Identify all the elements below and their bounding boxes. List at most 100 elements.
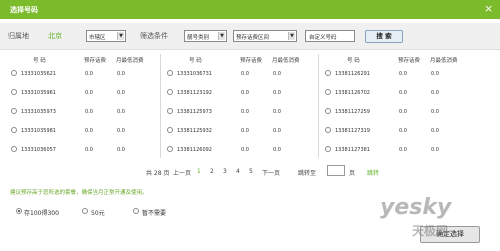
cell-number: 13331035973: [21, 109, 56, 115]
close-icon[interactable]: ×: [484, 2, 493, 15]
cell-number: 13331035981: [21, 128, 56, 134]
cell-prepay: 0.0: [399, 109, 407, 115]
dialog-title: 选择号码: [10, 6, 38, 14]
cell-prepay: 0.0: [399, 147, 407, 153]
cell-monthly: 0.0: [431, 71, 439, 77]
cell-prepay: 0.0: [241, 71, 249, 77]
number-grid: 号 码 预存话费 月最低消费 13331035621 0.0 0.0 13331035961…: [0, 48, 500, 160]
cell-monthly: 0.0: [273, 109, 281, 115]
cell-number: 13381127381: [335, 147, 370, 153]
page-link-5[interactable]: 5: [249, 168, 253, 175]
region-value: 北京: [48, 32, 62, 40]
number-radio[interactable]: [11, 108, 17, 114]
option-radio-2[interactable]: [133, 208, 139, 214]
number-radio[interactable]: [167, 89, 173, 95]
page-number-input[interactable]: [327, 165, 345, 176]
option-radio-0[interactable]: [16, 208, 22, 214]
header-monthly: 月最低消费: [430, 58, 458, 64]
number-radio[interactable]: [11, 89, 17, 95]
district-select-value: 市辖区: [89, 35, 106, 41]
cell-prepay: 0.0: [241, 90, 249, 96]
number-radio[interactable]: [11, 70, 17, 76]
cell-monthly: 0.0: [117, 128, 125, 134]
prev-page-link[interactable]: 上一页: [173, 168, 191, 177]
cell-prepay: 0.0: [399, 71, 407, 77]
number-radio[interactable]: [167, 146, 173, 152]
cell-monthly: 0.0: [273, 71, 281, 77]
number-radio[interactable]: [325, 146, 331, 152]
number-radio[interactable]: [167, 70, 173, 76]
next-page-link[interactable]: 下一页: [262, 168, 280, 177]
cell-prepay: 0.0: [85, 109, 93, 115]
page-unit: 页: [349, 170, 356, 177]
number-radio[interactable]: [11, 146, 17, 152]
header-monthly: 月最低消费: [272, 58, 300, 64]
yesky-watermark-logo: yesky: [380, 195, 452, 220]
option-label-2: 暂不需要: [142, 210, 167, 217]
page-total: 共 28 页: [146, 170, 170, 177]
chevron-down-icon: ▼: [117, 32, 124, 40]
chevron-down-icon: ▼: [288, 32, 295, 40]
search-button[interactable]: 搜 索: [365, 30, 403, 43]
region-label: 归属地: [8, 32, 29, 40]
cell-number: 13331035621: [21, 71, 56, 77]
page-link-3[interactable]: 3: [223, 168, 227, 175]
option-label-1: 50元: [91, 210, 105, 217]
type-select-value: 靓号类别: [187, 35, 210, 41]
cell-number: 13381126702: [335, 90, 370, 96]
cell-number: 13381127319: [335, 128, 370, 134]
header-monthly: 月最低消费: [116, 58, 144, 64]
yesky-watermark-text: 天极网: [412, 224, 449, 238]
cell-prepay: 0.0: [241, 128, 249, 134]
cell-monthly: 0.0: [431, 90, 439, 96]
filter-bar: 归属地 北京 市辖区 ▼ 筛选条件 靓号类别 ▼ 预存话费区间 ▼ 自定义号码 …: [0, 23, 500, 50]
cell-number: 13381126291: [335, 71, 370, 77]
cell-prepay: 0.0: [85, 147, 93, 153]
cell-number: 13331035961: [21, 90, 56, 96]
number-radio[interactable]: [11, 127, 17, 133]
cell-number: 13381125973: [177, 109, 212, 115]
cell-monthly: 0.0: [273, 90, 281, 96]
custom-number-input[interactable]: 自定义号码: [305, 30, 355, 42]
cell-number: 13381123192: [177, 90, 212, 96]
cell-prepay: 0.0: [85, 71, 93, 77]
district-select[interactable]: 市辖区 ▼: [86, 30, 126, 42]
cell-monthly: 0.0: [431, 128, 439, 134]
header-prepay: 预存话费: [240, 58, 263, 64]
number-radio[interactable]: [325, 127, 331, 133]
type-select[interactable]: 靓号类别 ▼: [184, 30, 227, 42]
jump-label: 跳转至: [298, 170, 317, 177]
fee-select[interactable]: 预存话费区间 ▼: [233, 30, 297, 42]
cell-prepay: 0.0: [241, 109, 249, 115]
header-prepay: 预存话费: [398, 58, 421, 64]
cell-prepay: 0.0: [399, 90, 407, 96]
cell-number: 13381126092: [177, 147, 212, 153]
number-radio[interactable]: [325, 108, 331, 114]
page-link-1[interactable]: 1: [197, 168, 201, 175]
number-radio[interactable]: [167, 108, 173, 114]
page-link-4[interactable]: 4: [236, 168, 240, 175]
pagination: 共 28 页 上一页 1 2 3 4 5 下一页 跳转至 页 跳转: [0, 165, 500, 178]
number-radio[interactable]: [325, 89, 331, 95]
header-number: 号 码: [189, 58, 202, 64]
column-divider: [318, 54, 319, 158]
cell-number: 13381127259: [335, 109, 370, 115]
cell-monthly: 0.0: [117, 71, 125, 77]
number-radio[interactable]: [325, 70, 331, 76]
cell-prepay: 0.0: [85, 90, 93, 96]
cell-monthly: 0.0: [273, 128, 281, 134]
cell-monthly: 0.0: [273, 147, 281, 153]
jump-go-link[interactable]: 跳转: [367, 168, 379, 177]
page-link-2[interactable]: 2: [210, 168, 214, 175]
cell-number: 13331036731: [177, 71, 212, 77]
header-prepay: 预存话费: [84, 58, 107, 64]
cell-monthly: 0.0: [117, 147, 125, 153]
number-radio[interactable]: [167, 127, 173, 133]
cell-prepay: 0.0: [399, 128, 407, 134]
dialog-titlebar: 选择号码 ×: [0, 0, 500, 19]
cell-number: 13381125932: [177, 128, 212, 134]
prepay-hint: 建议预存高于您所选的套餐，确保当月正常开通及使用。: [10, 190, 148, 196]
option-radio-1[interactable]: [82, 208, 88, 214]
option-label-0: 存100得300: [24, 210, 59, 217]
fee-select-value: 预存话费区间: [236, 35, 270, 41]
